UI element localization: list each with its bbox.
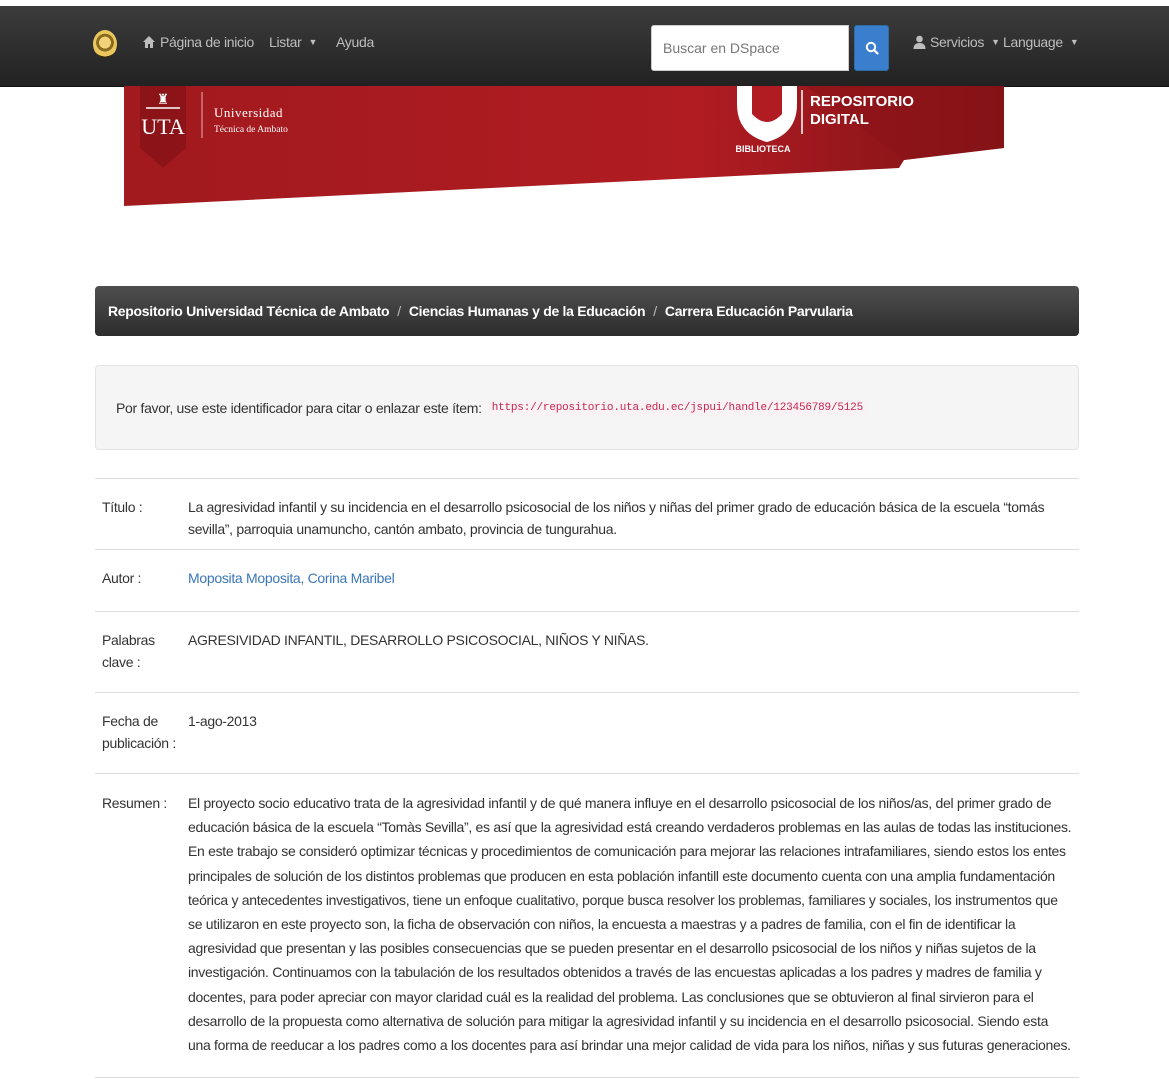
breadcrumb-item-collection[interactable]: Carrera Educación Parvularia (665, 303, 853, 319)
nav-home-link[interactable]: Página de inicio (142, 34, 254, 50)
nav-services-dropdown[interactable]: Servicios ▼ (913, 34, 1000, 50)
title-value: La agresividad infantil y su incidencia … (188, 499, 1045, 537)
breadcrumb-item-community[interactable]: Ciencias Humanas y de la Educación (409, 303, 646, 319)
search-button[interactable] (854, 25, 889, 71)
university-seal-logo[interactable] (93, 30, 117, 58)
date-value: 1-ago-2013 (188, 713, 257, 729)
uta-short-text: UTA (141, 114, 185, 139)
university-name-line1: Universidad (214, 105, 283, 120)
nav-help-link[interactable]: Ayuda (336, 34, 374, 50)
date-label: Fecha de publicación : (102, 713, 176, 751)
item-metadata-table: Título : La agresividad infantil y su in… (95, 478, 1079, 1065)
metadata-row-keywords: Palabras clave : AGRESIVIDAD INFANTIL, D… (95, 611, 1079, 692)
search-icon (865, 41, 879, 55)
svg-text:♜: ♜ (157, 93, 170, 108)
nav-list-dropdown[interactable]: Listar ▼ (269, 34, 317, 50)
table-bottom-divider (95, 1077, 1079, 1078)
banner-graphic: ♜ UTA Universidad Técnica de Ambato BIBL… (124, 86, 1004, 206)
breadcrumb: Repositorio Universidad Técnica de Ambat… (95, 286, 1079, 336)
search-input[interactable] (651, 25, 849, 71)
repository-banner: ♜ UTA Universidad Técnica de Ambato BIBL… (124, 86, 1004, 210)
cite-label: Por favor, use este identificador para c… (116, 399, 482, 416)
nav-language-dropdown[interactable]: Language ▼ (1003, 34, 1079, 50)
cite-uri[interactable]: https://repositorio.uta.edu.ec/jspui/han… (487, 399, 867, 416)
nav-language-label: Language (1003, 34, 1063, 50)
library-label: BIBLIOTECA (736, 144, 791, 154)
author-link[interactable]: Moposita Moposita, Corina Maribel (188, 570, 395, 586)
caret-down-icon: ▼ (308, 37, 318, 47)
caret-down-icon: ▼ (1069, 37, 1079, 47)
keywords-label: Palabras clave : (102, 632, 155, 670)
nav-list-label: Listar (269, 34, 302, 50)
cite-identifier-box: Por favor, use este identificador para c… (95, 365, 1079, 450)
abstract-value: El proyecto socio educativo trata de la … (188, 795, 1072, 1054)
university-name-line2: Técnica de Ambato (214, 125, 288, 135)
user-icon (913, 35, 926, 49)
keywords-value: AGRESIVIDAD INFANTIL, DESARROLLO PSICOSO… (188, 632, 649, 648)
metadata-row-abstract: Resumen : El proyecto socio educativo tr… (95, 773, 1079, 1065)
repo-title-line1: REPOSITORIO (810, 93, 914, 110)
top-navbar: Página de inicio Listar ▼ Ayuda Servicio… (0, 6, 1169, 87)
breadcrumb-item-repository[interactable]: Repositorio Universidad Técnica de Ambat… (108, 303, 390, 319)
author-label: Autor : (102, 570, 142, 586)
metadata-row-author: Autor : Moposita Moposita, Corina Maribe… (95, 549, 1079, 611)
home-icon (143, 36, 155, 48)
abstract-label: Resumen : (102, 795, 167, 811)
caret-down-icon: ▼ (991, 37, 1000, 47)
nav-services-label: Servicios (930, 34, 985, 50)
title-label: Título : (102, 499, 143, 515)
breadcrumb-separator: / (653, 303, 657, 319)
nav-home-label: Página de inicio (160, 34, 255, 50)
breadcrumb-separator: / (397, 303, 401, 319)
metadata-row-title: Título : La agresividad infantil y su in… (95, 478, 1079, 549)
nav-help-label: Ayuda (336, 34, 374, 50)
repo-title-line2: DIGITAL (810, 111, 869, 128)
metadata-row-date: Fecha de publicación : 1-ago-2013 (95, 692, 1079, 773)
